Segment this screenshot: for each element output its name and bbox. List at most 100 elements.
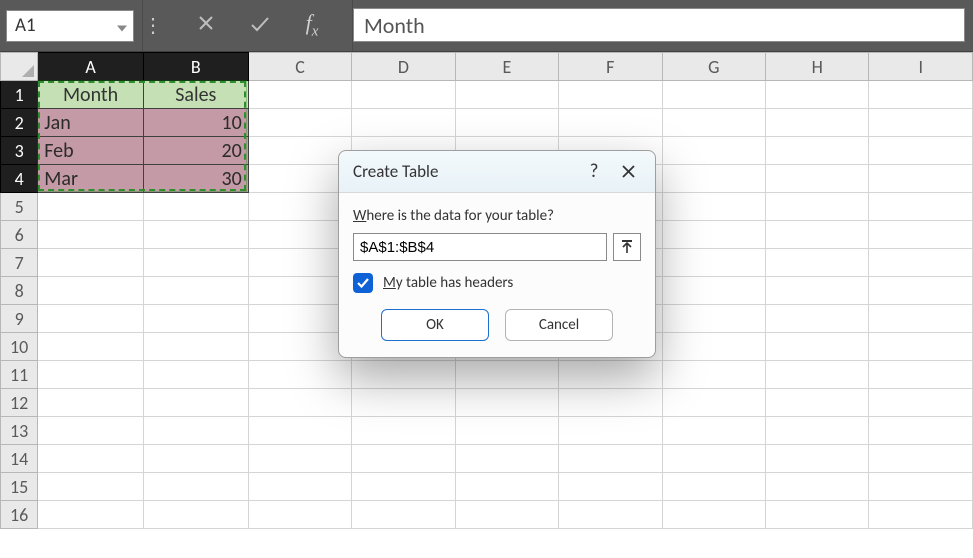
- cell[interactable]: [248, 333, 351, 361]
- cell[interactable]: 20: [143, 137, 248, 165]
- cell[interactable]: [248, 473, 351, 501]
- cell[interactable]: [352, 389, 455, 417]
- ok-button[interactable]: OK: [381, 309, 489, 341]
- cell[interactable]: [766, 389, 869, 417]
- cell[interactable]: [455, 109, 558, 137]
- cell[interactable]: [248, 221, 351, 249]
- cell[interactable]: [869, 165, 973, 193]
- cell[interactable]: [766, 249, 869, 277]
- cell[interactable]: [662, 109, 765, 137]
- cell[interactable]: [662, 389, 765, 417]
- cell[interactable]: [352, 501, 455, 529]
- row-header[interactable]: 16: [1, 501, 38, 529]
- row-header[interactable]: 15: [1, 473, 38, 501]
- column-header[interactable]: G: [662, 53, 765, 81]
- cell[interactable]: [662, 501, 765, 529]
- column-header[interactable]: C: [248, 53, 351, 81]
- cell[interactable]: [38, 389, 144, 417]
- cell[interactable]: [662, 193, 765, 221]
- cell[interactable]: [143, 193, 248, 221]
- cell[interactable]: [662, 333, 765, 361]
- cell[interactable]: [766, 137, 869, 165]
- cell[interactable]: [766, 501, 869, 529]
- cell[interactable]: [248, 81, 351, 109]
- cell[interactable]: 30: [143, 165, 248, 193]
- cell[interactable]: [38, 417, 144, 445]
- column-header[interactable]: I: [869, 53, 973, 81]
- formula-bar[interactable]: Month: [353, 8, 965, 42]
- cancel-formula-icon[interactable]: [197, 14, 215, 38]
- cell[interactable]: [662, 445, 765, 473]
- cell[interactable]: [766, 361, 869, 389]
- row-header[interactable]: 9: [1, 305, 38, 333]
- headers-checkbox-row[interactable]: My table has headers: [353, 273, 641, 293]
- headers-checkbox[interactable]: [353, 273, 373, 293]
- cell[interactable]: [143, 473, 248, 501]
- cell[interactable]: [143, 389, 248, 417]
- cell[interactable]: [869, 305, 973, 333]
- cancel-button[interactable]: Cancel: [505, 309, 613, 341]
- enter-formula-icon[interactable]: [250, 14, 270, 38]
- cell[interactable]: [766, 81, 869, 109]
- row-header[interactable]: 13: [1, 417, 38, 445]
- cell[interactable]: [248, 417, 351, 445]
- cell[interactable]: [352, 417, 455, 445]
- cell[interactable]: [248, 277, 351, 305]
- cell[interactable]: [559, 417, 662, 445]
- cell[interactable]: [143, 445, 248, 473]
- cell[interactable]: [766, 473, 869, 501]
- cell[interactable]: [455, 81, 558, 109]
- cell[interactable]: Mar: [38, 165, 144, 193]
- cell[interactable]: [248, 137, 351, 165]
- cell[interactable]: [352, 109, 455, 137]
- cell[interactable]: [559, 361, 662, 389]
- cell[interactable]: [766, 333, 869, 361]
- cell[interactable]: [766, 305, 869, 333]
- select-all-corner[interactable]: [1, 53, 38, 81]
- cell[interactable]: [662, 249, 765, 277]
- cell[interactable]: [766, 109, 869, 137]
- cell[interactable]: [766, 165, 869, 193]
- cell[interactable]: 10: [143, 109, 248, 137]
- cell[interactable]: [662, 473, 765, 501]
- row-header[interactable]: 7: [1, 249, 38, 277]
- cell[interactable]: [143, 249, 248, 277]
- cell[interactable]: [143, 361, 248, 389]
- cell[interactable]: [38, 221, 144, 249]
- row-header[interactable]: 3: [1, 137, 38, 165]
- cell[interactable]: [869, 137, 973, 165]
- cell[interactable]: Jan: [38, 109, 144, 137]
- cell[interactable]: [38, 249, 144, 277]
- cell[interactable]: [455, 361, 558, 389]
- cell[interactable]: [662, 277, 765, 305]
- cell[interactable]: [559, 389, 662, 417]
- column-header[interactable]: E: [455, 53, 558, 81]
- cell[interactable]: [455, 445, 558, 473]
- cell[interactable]: [559, 445, 662, 473]
- column-header[interactable]: B: [143, 53, 248, 81]
- row-header[interactable]: 14: [1, 445, 38, 473]
- name-box[interactable]: A1: [6, 10, 134, 42]
- cell[interactable]: [662, 361, 765, 389]
- cell[interactable]: [869, 501, 973, 529]
- row-header[interactable]: 5: [1, 193, 38, 221]
- cell[interactable]: [559, 109, 662, 137]
- close-button[interactable]: [611, 157, 645, 187]
- cell[interactable]: [38, 361, 144, 389]
- cell[interactable]: [248, 193, 351, 221]
- column-header[interactable]: D: [352, 53, 455, 81]
- cell[interactable]: [38, 445, 144, 473]
- cell[interactable]: [248, 389, 351, 417]
- cell[interactable]: [869, 193, 973, 221]
- cell[interactable]: [559, 81, 662, 109]
- cell[interactable]: [455, 501, 558, 529]
- cell[interactable]: [248, 249, 351, 277]
- cell[interactable]: [869, 445, 973, 473]
- row-header[interactable]: 11: [1, 361, 38, 389]
- cell[interactable]: [38, 277, 144, 305]
- cell[interactable]: [662, 81, 765, 109]
- cell[interactable]: [352, 361, 455, 389]
- column-header[interactable]: F: [559, 53, 662, 81]
- cell[interactable]: [248, 109, 351, 137]
- column-header[interactable]: H: [766, 53, 869, 81]
